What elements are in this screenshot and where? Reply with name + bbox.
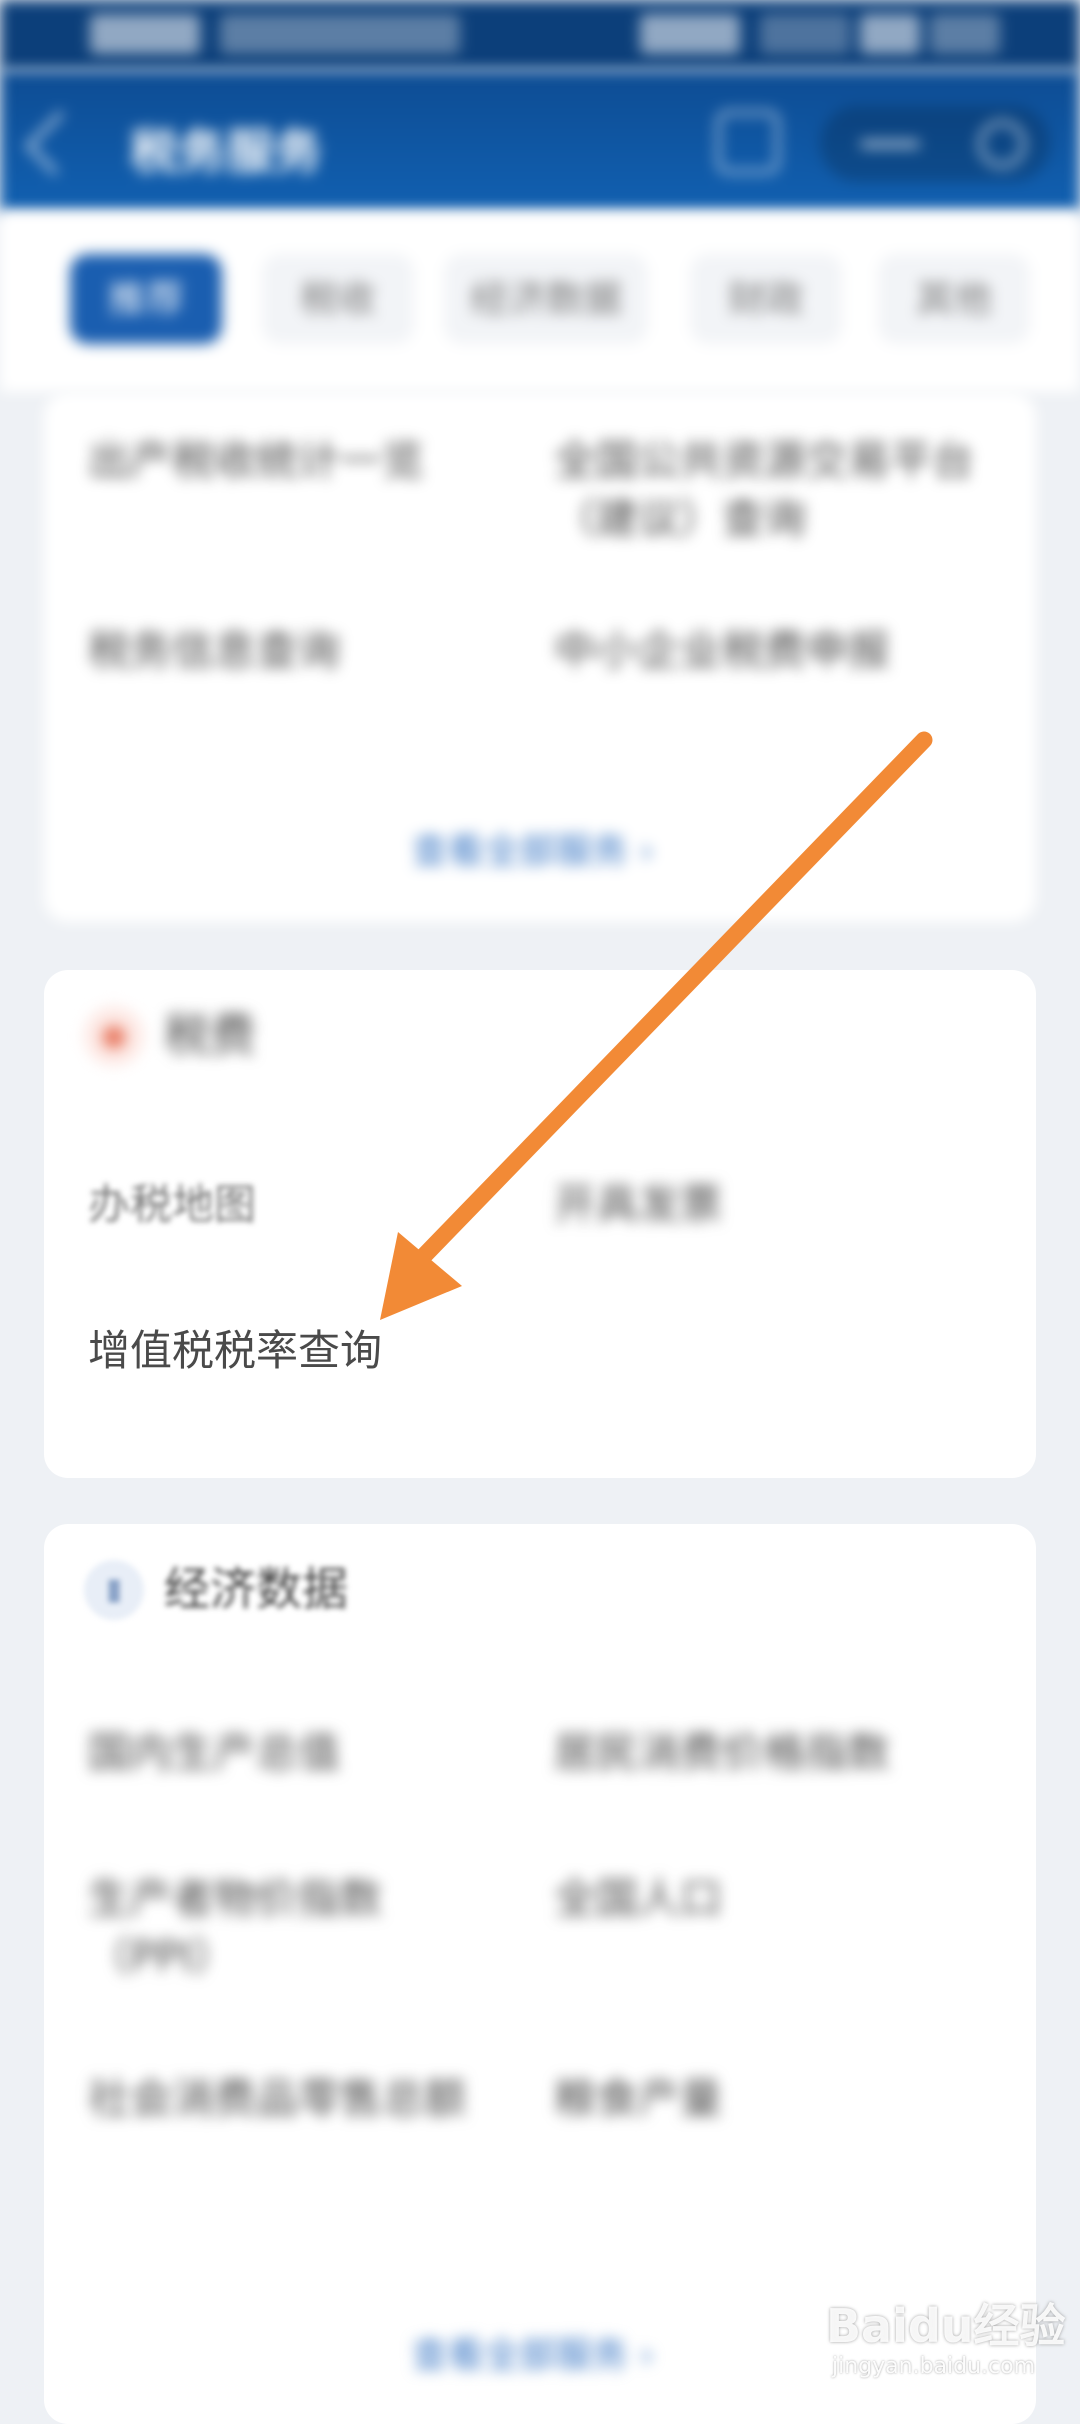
tab-economy[interactable]: 经济数据 bbox=[444, 254, 648, 344]
economy-item[interactable]: 国内生产总值 bbox=[88, 1724, 508, 1782]
signal-icon bbox=[640, 14, 740, 54]
section-title: 经济数据 bbox=[164, 1562, 348, 1616]
view-all-services-link[interactable]: 查看全部服务 › bbox=[412, 822, 654, 874]
tax-section-card: ● 税费 办税地图 开具发票 增值税税率查询 bbox=[44, 970, 1036, 1478]
vat-rate-query-item[interactable]: 增值税税率查询 bbox=[88, 1322, 382, 1380]
service-item[interactable]: 中小企业税费申报 bbox=[554, 622, 974, 680]
tax-section-icon: ● bbox=[84, 1006, 144, 1066]
watermark-url: jingyan.baidu.com bbox=[832, 2354, 1036, 2379]
baidu-watermark: Baidu经验 jingyan.baidu.com bbox=[826, 2280, 1066, 2390]
service-item[interactable]: 全国公共资源交易平台（建议）查询 bbox=[554, 432, 974, 548]
services-card: 出产税收统计一览 全国公共资源交易平台（建议）查询 税务信息查询 中小企业税费申… bbox=[44, 392, 1036, 922]
category-tabs: 推荐 税收 经济数据 财政 其他 bbox=[0, 212, 1080, 392]
economy-item[interactable]: 全国人口 bbox=[554, 1870, 974, 1928]
mini-program-capsule[interactable] bbox=[820, 106, 1050, 182]
status-text-block bbox=[220, 14, 460, 54]
watermark-logo-text: Baidu经验 bbox=[826, 2299, 1066, 2353]
battery-icon bbox=[860, 14, 920, 54]
invoice-item[interactable]: 开具发票 bbox=[554, 1176, 722, 1234]
tab-tax[interactable]: 税收 bbox=[262, 254, 414, 344]
tab-finance[interactable]: 财政 bbox=[690, 254, 842, 344]
economy-item[interactable]: 居民消费价格指数 bbox=[554, 1724, 994, 1782]
close-program-icon[interactable] bbox=[978, 120, 1026, 168]
favorite-icon[interactable] bbox=[716, 110, 780, 174]
economy-item[interactable]: 生产者物价指数（PPI） bbox=[88, 1870, 508, 1986]
bar-chart-icon: ▮ bbox=[84, 1560, 144, 1620]
carrier-icon bbox=[90, 14, 200, 54]
back-arrow-icon[interactable] bbox=[24, 110, 90, 176]
tab-other[interactable]: 其他 bbox=[878, 254, 1030, 344]
view-all-economy-link[interactable]: 查看全部服务 › bbox=[412, 2326, 654, 2378]
more-menu-icon[interactable] bbox=[860, 140, 920, 148]
tax-map-item[interactable]: 办税地图 bbox=[88, 1176, 256, 1234]
page-title: 税务服务 bbox=[130, 124, 323, 180]
economy-item[interactable]: 粮食产量 bbox=[554, 2070, 974, 2128]
tab-recommend[interactable]: 推荐 bbox=[70, 254, 222, 344]
network-icon bbox=[760, 14, 850, 54]
app-bar: 税务服务 bbox=[0, 70, 1080, 212]
service-item[interactable]: 税务信息查询 bbox=[88, 622, 508, 680]
status-bar bbox=[0, 0, 1080, 70]
service-item[interactable]: 出产税收统计一览 bbox=[88, 432, 508, 490]
section-title: 税费 bbox=[164, 1008, 256, 1062]
economy-item[interactable]: 社会消费品零售总额 bbox=[88, 2070, 508, 2128]
clock bbox=[930, 14, 1000, 54]
